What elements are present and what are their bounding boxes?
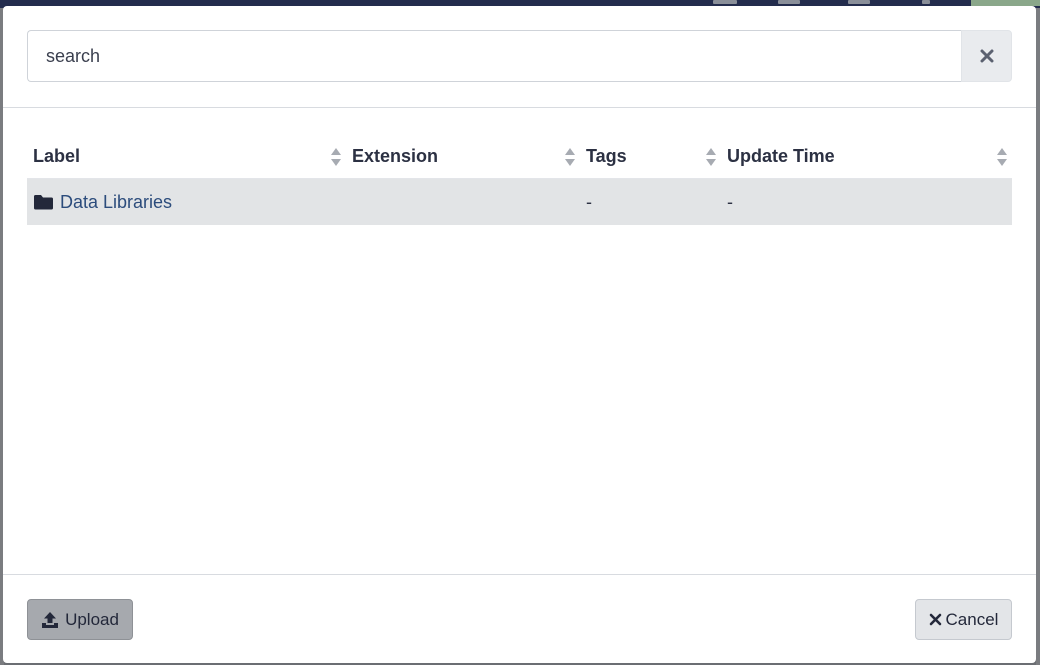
- column-header-text: Extension: [352, 145, 439, 166]
- cancel-button[interactable]: Cancel: [915, 599, 1012, 640]
- background-icon: [778, 0, 800, 4]
- times-icon: [980, 49, 993, 63]
- table-row[interactable]: Data Libraries - -: [27, 179, 1012, 225]
- column-header-tags[interactable]: Tags: [580, 134, 721, 178]
- upload-button[interactable]: Upload: [27, 599, 133, 640]
- search-input[interactable]: [27, 30, 961, 82]
- cell-label: Data Libraries: [27, 179, 346, 225]
- background-icon: [713, 0, 737, 4]
- background-panel-right: [1036, 8, 1040, 665]
- column-header-text: Label: [33, 145, 81, 166]
- column-header-text: Tags: [586, 145, 627, 166]
- folder-link[interactable]: Data Libraries: [33, 192, 172, 213]
- sort-icon: [706, 148, 716, 166]
- modal-header: [3, 6, 1036, 108]
- cancel-label: Cancel: [945, 609, 999, 629]
- search-bar: [27, 30, 1012, 82]
- column-header-text: Update Time: [727, 145, 835, 166]
- background-icon: [922, 0, 930, 4]
- cell-extension: [346, 179, 580, 225]
- modal-footer: Upload Cancel: [3, 574, 1036, 664]
- files-table: Label Extension Tags Update Time Data Li…: [27, 134, 1012, 225]
- cell-tags: -: [586, 191, 592, 212]
- sort-icon: [331, 148, 341, 166]
- column-header-extension[interactable]: Extension: [346, 134, 580, 178]
- sort-icon: [997, 148, 1007, 166]
- upload-label: Upload: [65, 609, 119, 629]
- folder-name: Data Libraries: [60, 191, 173, 212]
- clear-search-button[interactable]: [961, 30, 1012, 82]
- cell-update-time: -: [727, 191, 733, 212]
- folder-icon: [34, 195, 53, 210]
- upload-icon: [42, 611, 59, 628]
- table-header: Label Extension Tags Update Time: [27, 134, 1012, 179]
- column-header-update-time[interactable]: Update Time: [721, 134, 1012, 178]
- file-picker-modal: Label Extension Tags Update Time: [3, 6, 1036, 663]
- sort-icon: [565, 148, 575, 166]
- column-header-label[interactable]: Label: [27, 134, 346, 178]
- times-icon: [929, 613, 941, 626]
- background-icon: [848, 0, 870, 4]
